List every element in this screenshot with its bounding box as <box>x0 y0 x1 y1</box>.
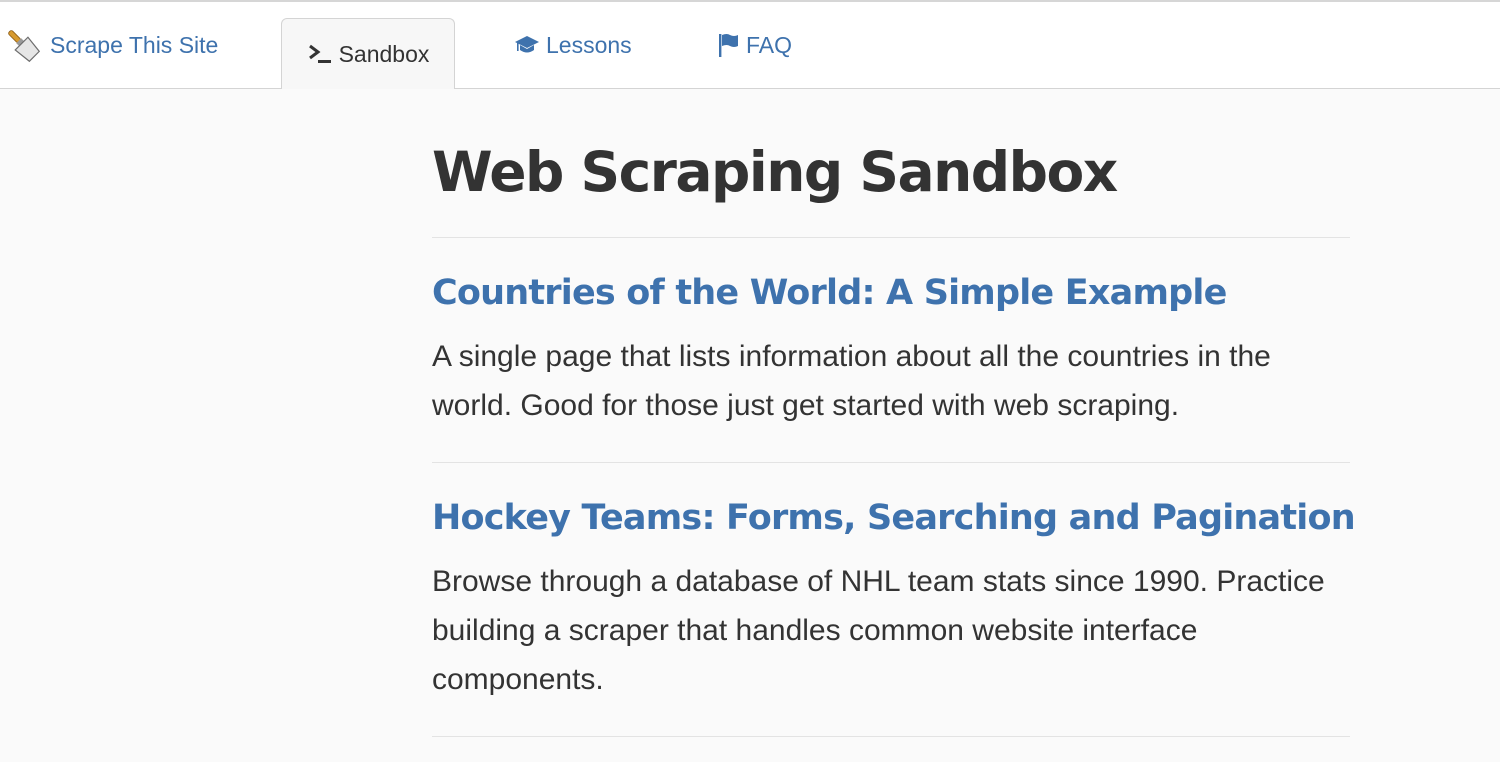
nav-tab-label: Sandbox <box>338 40 430 67</box>
section-divider <box>432 462 1350 463</box>
title-divider <box>432 237 1350 238</box>
nav-tab-label: Lessons <box>546 31 632 58</box>
section-description: Browse through a database of NHL team st… <box>432 565 1325 696</box>
terminal-icon <box>307 41 333 67</box>
nav-tab-faq[interactable]: FAQ <box>716 2 792 88</box>
flag-icon <box>716 32 740 58</box>
top-navbar: Scrape This Site Sandbox Lessons FAQ <box>0 2 1500 91</box>
nav-tab-sandbox[interactable]: Sandbox <box>281 18 455 91</box>
nav-tab-lessons[interactable]: Lessons <box>514 2 632 88</box>
page-title: Web Scraping Sandbox <box>432 140 1118 204</box>
nav-tab-label: FAQ <box>746 31 793 58</box>
section-divider <box>432 736 1350 737</box>
section-title-link[interactable]: Hockey Teams: Forms, Searching and Pagin… <box>432 495 1356 541</box>
graduation-cap-icon <box>514 32 540 58</box>
main-content-area: Web Scraping Sandbox Countries of the Wo… <box>0 89 1500 762</box>
section-title-link[interactable]: Countries of the World: A Simple Example <box>432 270 1227 316</box>
section-description: A single page that lists information abo… <box>432 340 1271 422</box>
spatula-icon <box>4 26 42 64</box>
brand-link[interactable]: Scrape This Site <box>4 2 218 88</box>
brand-label: Scrape This Site <box>50 31 219 58</box>
